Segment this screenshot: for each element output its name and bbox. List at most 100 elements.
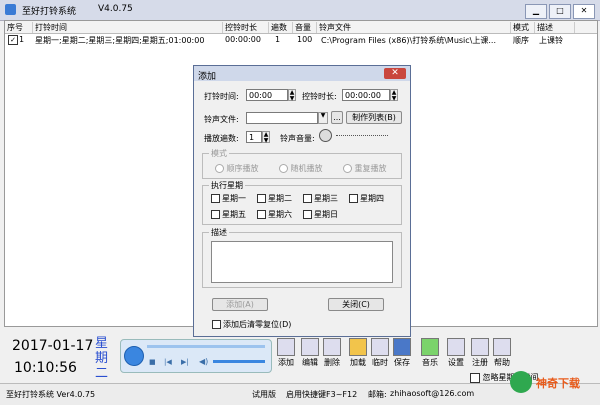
header-file[interactable]: 铃声文件: [317, 22, 511, 33]
row-index: 1: [19, 35, 25, 44]
load-button[interactable]: 加载: [348, 338, 368, 372]
day-label: 星期五: [222, 210, 246, 219]
save-button[interactable]: 保存: [392, 338, 412, 372]
watermark-logo: 神奇下载: [510, 367, 590, 399]
dialog-close-button[interactable]: ✕: [384, 68, 406, 79]
day-checkbox-mon[interactable]: 星期一: [211, 193, 246, 204]
dialog-close-action-button[interactable]: 关闭(C): [328, 298, 384, 311]
desc-textarea[interactable]: [211, 241, 393, 283]
add-icon: [277, 338, 295, 356]
header-times[interactable]: 遍数: [269, 22, 293, 33]
duration-label: 控铃时长:: [302, 92, 337, 101]
row-file: C:\Program Files (x86)\打铃系统\Music\上课...: [321, 36, 497, 45]
delete-button[interactable]: 删除: [322, 338, 342, 372]
settings-button[interactable]: 设置: [446, 338, 466, 372]
register-button[interactable]: 注册: [470, 338, 490, 372]
day-label: 星期四: [360, 194, 384, 203]
ring-time-spinner[interactable]: ▲ ▼: [288, 89, 296, 102]
dialog-titlebar: 添加 ✕: [194, 66, 410, 82]
status-email-label: 邮箱:: [368, 390, 387, 399]
clock-date: 2017-01-17: [12, 338, 94, 354]
mode-group-title: 模式: [209, 148, 229, 159]
row-desc: 上课铃: [539, 36, 563, 45]
mode-sequential[interactable]: 顺序播放: [215, 163, 259, 174]
edit-button[interactable]: 编辑: [300, 338, 320, 372]
week-group-title: 执行星期: [209, 180, 245, 191]
day-label: 星期日: [314, 210, 338, 219]
status-hotkey: 启用快捷键F3~F12: [286, 390, 358, 399]
close-button[interactable]: ✕: [573, 4, 595, 19]
repeat-spinner[interactable]: ▲ ▼: [262, 131, 270, 144]
edit-icon: [301, 338, 319, 356]
day-checkbox-wed[interactable]: 星期三: [303, 193, 338, 204]
row-times: 1: [275, 35, 281, 44]
day-label: 星期六: [268, 210, 292, 219]
window-version: V4.0.75: [98, 4, 133, 14]
music-button[interactable]: 音乐: [420, 338, 440, 372]
day-checkbox-sat[interactable]: 星期六: [257, 209, 292, 220]
day-label: 星期一: [222, 194, 246, 203]
temp-icon: [371, 338, 389, 356]
day-checkbox-fri[interactable]: 星期五: [211, 209, 246, 220]
window-title: 至好打铃系统: [22, 7, 77, 17]
status-appname: 至好打铃系统 Ver4.0.75: [6, 390, 96, 399]
status-trial: 试用版: [252, 390, 276, 399]
file-select-dropdown[interactable]: ▼: [318, 112, 328, 124]
app-icon: [5, 4, 16, 15]
seek-bar[interactable]: [147, 345, 265, 348]
next-icon[interactable]: ▶|: [181, 358, 189, 366]
clock-weekday: 星期二: [95, 336, 109, 381]
help-button[interactable]: 帮助: [492, 338, 512, 372]
volume-knob-icon[interactable]: [319, 129, 332, 142]
header-volume[interactable]: 音量: [293, 22, 317, 33]
table-row[interactable]: ✓ 1 星期一;星期二;星期三;星期四;星期五;01:00:00 00:00:0…: [5, 34, 597, 46]
stop-icon[interactable]: ■: [149, 358, 156, 366]
duration-spinner[interactable]: ▲ ▼: [390, 89, 398, 102]
browse-button[interactable]: ...: [331, 111, 343, 124]
play-button[interactable]: [124, 346, 144, 366]
add-button[interactable]: 添加: [276, 338, 296, 372]
table-header: 序号 打铃时间 控铃时长 遍数 音量 铃声文件 模式 描述: [5, 21, 597, 34]
duration-input[interactable]: 00:00:00: [342, 89, 390, 101]
header-desc[interactable]: 描述: [535, 22, 575, 33]
volume-slider[interactable]: [336, 135, 388, 138]
temp-button[interactable]: 临时: [370, 338, 390, 372]
prev-icon[interactable]: |◀: [164, 358, 172, 366]
header-index[interactable]: 序号: [5, 22, 33, 33]
volume-icon[interactable]: ◀): [199, 357, 208, 366]
row-volume: 100: [297, 35, 313, 44]
maximize-button[interactable]: □: [549, 4, 571, 19]
day-checkbox-sun[interactable]: 星期日: [303, 209, 338, 220]
file-label: 铃声文件:: [204, 115, 239, 124]
day-checkbox-thu[interactable]: 星期四: [349, 193, 384, 204]
mode-repeat[interactable]: 重复播放: [343, 163, 387, 174]
watermark-text: 神奇下载: [536, 377, 580, 390]
mode-repeat-label: 重复播放: [354, 164, 387, 173]
media-player: ■ |◀ ▶| ◀): [120, 339, 272, 373]
header-mode[interactable]: 模式: [511, 22, 535, 33]
mode-random[interactable]: 随机播放: [279, 163, 323, 174]
day-label: 星期二: [268, 194, 292, 203]
header-time[interactable]: 打铃时间: [33, 22, 223, 33]
mode-random-label: 随机播放: [290, 164, 323, 173]
reset-checkbox[interactable]: 添加后清零复位(D): [212, 319, 291, 330]
dialog-title: 添加: [198, 72, 217, 82]
header-duration[interactable]: 控铃时长: [223, 22, 269, 33]
ring-time-input[interactable]: 00:00: [246, 89, 288, 101]
playlist-button[interactable]: 制作列表(B): [346, 111, 402, 124]
repeat-label: 播放遍数:: [204, 134, 239, 143]
minimize-button[interactable]: ▁: [525, 4, 547, 19]
week-group: 执行星期 星期一 星期二 星期三 星期四 星期五 星期六 星期日: [202, 180, 402, 225]
row-mode: 顺序: [513, 36, 529, 45]
repeat-input[interactable]: 1: [246, 131, 262, 143]
save-icon: [393, 338, 411, 356]
row-checkbox[interactable]: ✓: [8, 35, 18, 45]
desc-group: 描述: [202, 227, 402, 288]
day-checkbox-tue[interactable]: 星期二: [257, 193, 292, 204]
delete-icon: [323, 338, 341, 356]
watermark-icon: [510, 371, 532, 393]
volume-slider[interactable]: [213, 360, 265, 363]
file-select[interactable]: [246, 112, 318, 124]
dialog-add-button[interactable]: 添加(A): [212, 298, 268, 311]
day-label: 星期三: [314, 194, 338, 203]
